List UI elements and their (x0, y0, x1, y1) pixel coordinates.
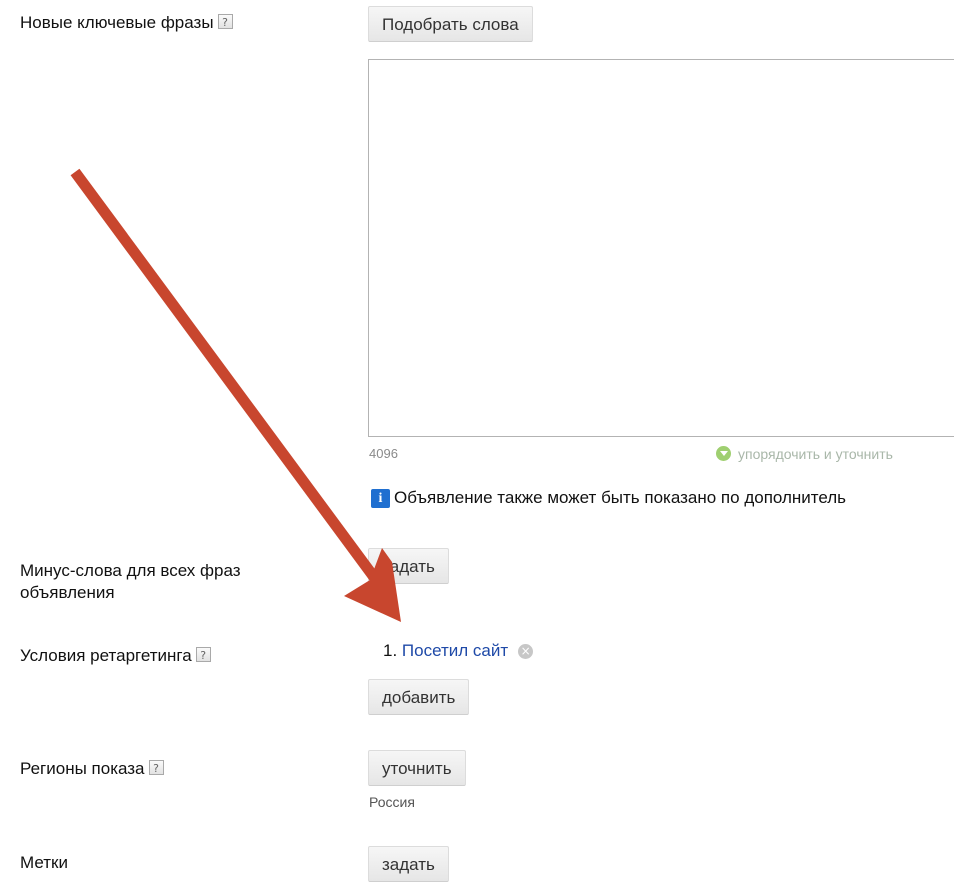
keywords-label-row: Новые ключевые фразы? (20, 12, 233, 34)
minus-words-label-line2: объявления (20, 583, 115, 602)
refine-regions-button[interactable]: уточнить (368, 750, 466, 786)
sort-icon (716, 446, 731, 461)
char-counter: 4096 (369, 446, 398, 461)
help-icon[interactable]: ? (148, 760, 164, 775)
set-minus-words-button[interactable]: задать (368, 548, 449, 584)
regions-label-row: Регионы показа? (20, 758, 164, 780)
help-icon[interactable]: ? (217, 14, 233, 29)
remove-icon[interactable]: × (518, 644, 534, 659)
regions-value: Россия (369, 794, 415, 810)
tags-label: Метки (20, 853, 68, 872)
regions-label: Регионы показа (20, 759, 145, 778)
help-icon[interactable]: ? (195, 647, 211, 662)
extra-phrases-notice: i Объявление также может быть показано по… (371, 488, 846, 508)
retargeting-item-number: 1. (383, 641, 398, 660)
sort-refine-label: упорядочить и уточнить (738, 446, 893, 462)
minus-words-label-line1: Минус-слова для всех фраз (20, 561, 241, 580)
minus-words-label: Минус-слова для всех фраз объявления (20, 560, 241, 604)
add-retargeting-button[interactable]: добавить (368, 679, 470, 715)
arrow-shaft (70, 168, 387, 592)
retargeting-label-row: Условия ретаргетинга? (20, 645, 211, 667)
pick-words-button[interactable]: Подобрать слова (368, 6, 533, 42)
retargeting-label: Условия ретаргетинга (20, 646, 192, 665)
retargeting-condition-item: 1. Посетил сайт × (383, 640, 534, 662)
sort-refine-link[interactable]: упорядочить и уточнить (716, 446, 893, 462)
keywords-label: Новые ключевые фразы (20, 13, 214, 32)
set-tags-button[interactable]: задать (368, 846, 449, 882)
notice-text: Объявление также может быть показано по … (394, 488, 847, 507)
retargeting-condition-link[interactable]: Посетил сайт (402, 641, 508, 660)
info-icon: i (371, 489, 390, 508)
keywords-textarea[interactable] (368, 59, 954, 437)
